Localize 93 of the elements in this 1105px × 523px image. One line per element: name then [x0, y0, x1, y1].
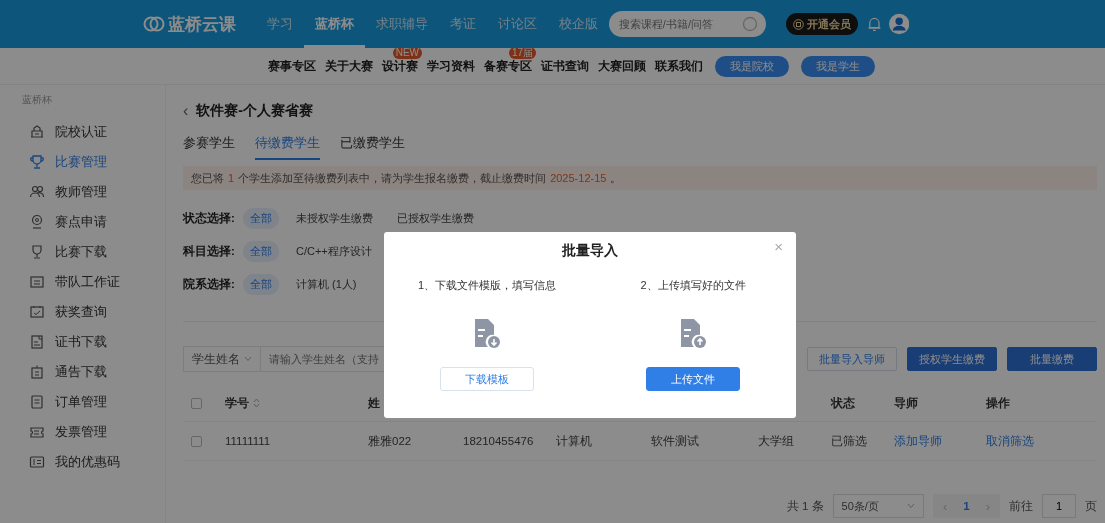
role-button[interactable]: 我是院校 — [715, 55, 789, 77]
column-header: 姓 — [368, 395, 380, 411]
tab[interactable]: 待缴费学生 — [255, 134, 320, 160]
sidebar-item[interactable]: 赛点申请 — [0, 207, 165, 237]
role-button[interactable]: 我是学生 — [801, 55, 875, 77]
upload-button[interactable]: 上传文件 — [646, 367, 740, 391]
table-cell-text: 计算机 — [556, 433, 593, 449]
filter-option[interactable]: C/C++程序设计 — [289, 241, 379, 262]
table-cell-text: 雅雅022 — [368, 433, 413, 449]
badge-icon — [792, 18, 804, 30]
table-link[interactable]: 取消筛选 — [986, 433, 1034, 449]
filter-option[interactable]: 全部 — [243, 274, 279, 295]
building-icon — [29, 124, 45, 140]
sort-icon[interactable] — [253, 398, 260, 408]
filter-label: 状态选择: — [183, 211, 233, 226]
trophy-icon — [29, 154, 45, 170]
table-cell-text: 18210455476 — [463, 435, 535, 447]
dialog-title: 批量导入 — [562, 242, 618, 260]
total-count: 共 1 条 — [786, 498, 824, 514]
sidebar-item[interactable]: 我的优惠码 — [0, 447, 165, 477]
trophy-icon — [29, 244, 45, 260]
sidebar-item[interactable]: 订单管理 — [0, 387, 165, 417]
page-input[interactable]: 1 — [1042, 494, 1076, 518]
clipboard-icon — [29, 364, 45, 380]
filter-label: 科目选择: — [183, 244, 233, 259]
logo-text: 蓝桥云课 — [168, 13, 236, 36]
caret-icon — [906, 503, 915, 509]
sidebar-item[interactable]: 院校认证 — [0, 117, 165, 147]
filter-option[interactable]: 全部 — [243, 208, 279, 229]
action-button[interactable]: 批量缴费 — [1007, 347, 1097, 371]
back-button[interactable]: ‹ — [183, 102, 189, 120]
search-field[interactable]: 搜索课程/书籍/问答 — [608, 11, 766, 37]
table-cell-text: 11111111 — [225, 435, 272, 447]
nav-link[interactable]: 联系我们 — [655, 57, 703, 75]
location-icon — [29, 214, 45, 230]
filter-option[interactable]: 已授权学生缴费 — [390, 208, 481, 229]
filter-option[interactable]: 计算机 (1人) — [289, 274, 364, 295]
sidebar-item[interactable]: 比赛下载 — [0, 237, 165, 267]
goto-label: 前往 — [1009, 498, 1033, 514]
bell-icon[interactable] — [866, 15, 882, 33]
id-card-icon — [29, 274, 45, 290]
file-upload-icon — [679, 317, 707, 349]
file-download-icon — [473, 317, 501, 349]
sidebar-item[interactable]: 教师管理 — [0, 177, 165, 207]
action-button[interactable]: 批量导入导师 — [807, 347, 897, 371]
page-title: 软件赛-个人赛省赛 — [196, 102, 313, 120]
action-button[interactable]: 授权学生缴费 — [907, 347, 997, 371]
column-header: 操作 — [986, 395, 1010, 411]
nav-link[interactable]: 证书查询 — [541, 57, 589, 75]
sidebar-item[interactable]: 带队工作证 — [0, 267, 165, 297]
nav-link[interactable]: 学习资料 — [427, 57, 475, 75]
column-header: 导师 — [894, 395, 918, 411]
notice-banner: 您已将 1 个学生添加至待缴费列表中，请为学生报名缴费，截止缴费时间 2025-12-15 。 — [183, 166, 1097, 190]
filter-option[interactable]: 全部 — [243, 241, 279, 262]
column-header: 学号 — [225, 395, 249, 411]
sidebar-item[interactable]: 证书下载 — [0, 327, 165, 357]
logo-icon — [143, 16, 165, 32]
tab[interactable]: 参赛学生 — [183, 134, 235, 160]
sidebar-item[interactable]: 通告下载 — [0, 357, 165, 387]
search-icon[interactable] — [741, 16, 758, 32]
close-button[interactable]: × — [774, 238, 783, 255]
step-text: 1、下载文件模版，填写信息 — [417, 278, 557, 293]
document-icon — [29, 334, 45, 350]
nav-link[interactable]: 关于大赛 — [325, 57, 373, 75]
filter-option[interactable]: 未授权学生缴费 — [289, 208, 380, 229]
sidebar-item[interactable]: 获奖查询 — [0, 297, 165, 327]
table-link[interactable]: 添加导师 — [894, 433, 942, 449]
nav-link[interactable]: 赛事专区 — [268, 57, 316, 75]
tab[interactable]: 已缴费学生 — [340, 134, 405, 160]
nav-link[interactable]: 设计赛 — [382, 57, 418, 75]
step-text: 2、上传填写好的文件 — [640, 278, 746, 293]
page-suffix: 页 — [1085, 498, 1097, 514]
calendar-icon — [29, 304, 45, 320]
filter-label: 院系选择: — [183, 277, 233, 292]
table-cell-text: 已筛选 — [831, 433, 868, 449]
vip-button[interactable]: 开通会员 — [785, 13, 858, 35]
page-number[interactable]: 1 — [955, 500, 978, 512]
table-cell-text: 大学组 — [758, 433, 795, 449]
table-cell-text: 软件测试 — [651, 433, 700, 449]
nav-link[interactable]: 大赛回顾 — [598, 57, 646, 75]
sidebar-item[interactable]: 发票管理 — [0, 417, 165, 447]
card-icon — [29, 454, 45, 470]
column-header: 状态 — [831, 395, 855, 411]
sidebar-item[interactable]: 比赛管理 — [0, 147, 165, 177]
nav-link[interactable]: 备赛专区 — [484, 57, 532, 75]
page-size-select[interactable]: 50条/页 — [832, 494, 924, 518]
checkbox[interactable] — [191, 397, 202, 409]
avatar-icon[interactable] — [888, 13, 909, 35]
people-icon — [29, 184, 45, 200]
ticket-icon — [29, 424, 45, 440]
download-button[interactable]: 下载模板 — [440, 367, 534, 391]
list-icon — [29, 394, 45, 410]
checkbox[interactable] — [191, 435, 202, 447]
